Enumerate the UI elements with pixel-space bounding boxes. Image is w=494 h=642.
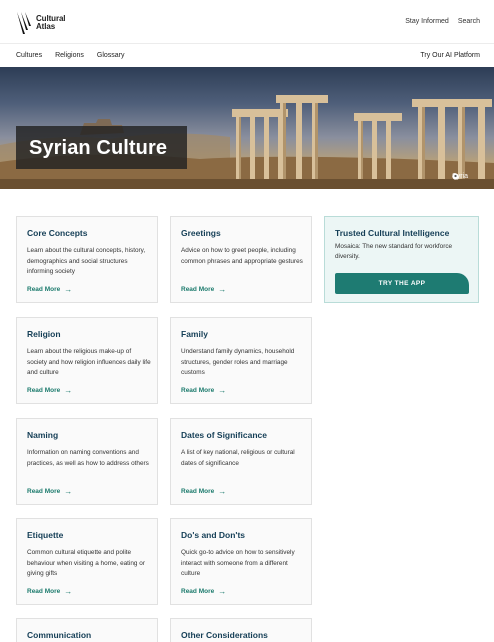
read-more-link[interactable]: Read More → [181, 487, 227, 496]
site-logo[interactable]: Cultural Atlas [16, 11, 66, 35]
topic-card-naming[interactable]: Naming Information on naming conventions… [16, 418, 158, 505]
card-title: Greetings [181, 228, 221, 238]
card-title: Religion [27, 329, 61, 339]
read-more-label: Read More [27, 286, 61, 293]
arrow-right-icon: → [218, 487, 227, 496]
card-title: Communication [27, 630, 92, 640]
card-description: Understand family dynamics, household st… [181, 348, 295, 377]
read-more-label: Read More [181, 588, 215, 595]
read-more-link[interactable]: Read More → [181, 587, 227, 596]
topic-card-dates-of-significance[interactable]: Dates of Significance A list of key nati… [170, 418, 312, 505]
read-more-label: Read More [181, 488, 215, 495]
nav-menu: Cultures Religions Glossary [16, 52, 125, 59]
card-title: Other Considerations [181, 630, 268, 640]
card-description: Learn about the religious make-up of soc… [27, 348, 151, 377]
read-more-link[interactable]: Read More → [181, 285, 227, 294]
arrow-right-icon: → [64, 587, 73, 596]
topic-card-etiquette[interactable]: Etiquette Common cultural etiquette and … [16, 518, 158, 605]
read-more-link[interactable]: Read More → [27, 587, 73, 596]
sbs-logo-icon [17, 12, 31, 34]
arrow-right-icon: → [218, 285, 227, 294]
read-more-label: Read More [181, 387, 215, 394]
arrow-right-icon: → [64, 386, 73, 395]
topic-card-religion[interactable]: Religion Learn about the religious make-… [16, 317, 158, 404]
stay-informed-link[interactable]: Stay Informed [405, 18, 449, 25]
arrow-right-icon: → [64, 487, 73, 496]
card-description: Advice on how to greet people, including… [181, 247, 303, 265]
main-nav: Cultures Religions Glossary Try Our AI P… [0, 44, 494, 67]
hero-banner: Syrian Culture Syria [0, 67, 494, 189]
card-title: Family [181, 329, 208, 339]
top-links: Stay Informed Search [405, 18, 480, 25]
site-header: Cultural Atlas Stay Informed Search [0, 0, 494, 44]
read-more-link[interactable]: Read More → [27, 487, 73, 496]
card-description: Quick go-to advice on how to sensitively… [181, 549, 295, 578]
search-link[interactable]: Search [458, 18, 480, 25]
nav-item-ai-platform[interactable]: Try Our AI Platform [420, 52, 480, 59]
card-title: Do's and Don'ts [181, 530, 246, 540]
logo-wordmark: Cultural Atlas [36, 14, 66, 32]
topic-card-communication[interactable]: Communication [16, 618, 158, 642]
location-tag[interactable]: Syria [452, 173, 468, 180]
promo-description: Mosaica: The new standard for workforce … [335, 243, 453, 260]
card-title: Core Concepts [27, 228, 88, 238]
topic-card-core-concepts[interactable]: Core Concepts Learn about the cultural c… [16, 216, 158, 303]
arrow-right-icon: → [218, 386, 227, 395]
read-more-label: Read More [181, 286, 215, 293]
topic-card-other-considerations[interactable]: Other Considerations [170, 618, 312, 642]
promo-title: Trusted Cultural Intelligence [335, 228, 450, 238]
card-description: Learn about the cultural concepts, histo… [27, 247, 146, 276]
logo-line-2: Atlas [36, 22, 56, 31]
card-description: A list of key national, religious or cul… [181, 449, 295, 467]
card-title: Naming [27, 430, 59, 440]
page-title: Syrian Culture [29, 137, 168, 159]
arrow-right-icon: → [218, 587, 227, 596]
topic-card-greetings[interactable]: Greetings Advice on how to greet people,… [170, 216, 312, 303]
nav-item-religions[interactable]: Religions [55, 52, 84, 59]
topic-card-dos-and-donts[interactable]: Do's and Don'ts Quick go-to advice on ho… [170, 518, 312, 605]
card-title: Dates of Significance [181, 430, 267, 440]
read-more-link[interactable]: Read More → [27, 386, 73, 395]
card-description: Information on naming conventions and pr… [27, 449, 149, 467]
nav-item-glossary[interactable]: Glossary [97, 52, 125, 59]
card-title: Etiquette [27, 530, 64, 540]
card-description: Common cultural etiquette and polite beh… [27, 549, 145, 578]
read-more-link[interactable]: Read More → [181, 386, 227, 395]
read-more-label: Read More [27, 488, 61, 495]
read-more-label: Read More [27, 588, 61, 595]
topic-card-family[interactable]: Family Understand family dynamics, house… [170, 317, 312, 404]
nav-item-cultures[interactable]: Cultures [16, 52, 42, 59]
promo-panel: Trusted Cultural Intelligence Mosaica: T… [324, 216, 479, 303]
read-more-link[interactable]: Read More → [27, 285, 73, 294]
location-pin-icon [452, 173, 459, 180]
arrow-right-icon: → [64, 285, 73, 294]
try-the-app-button[interactable]: TRY THE APP [335, 273, 469, 294]
read-more-label: Read More [27, 387, 61, 394]
